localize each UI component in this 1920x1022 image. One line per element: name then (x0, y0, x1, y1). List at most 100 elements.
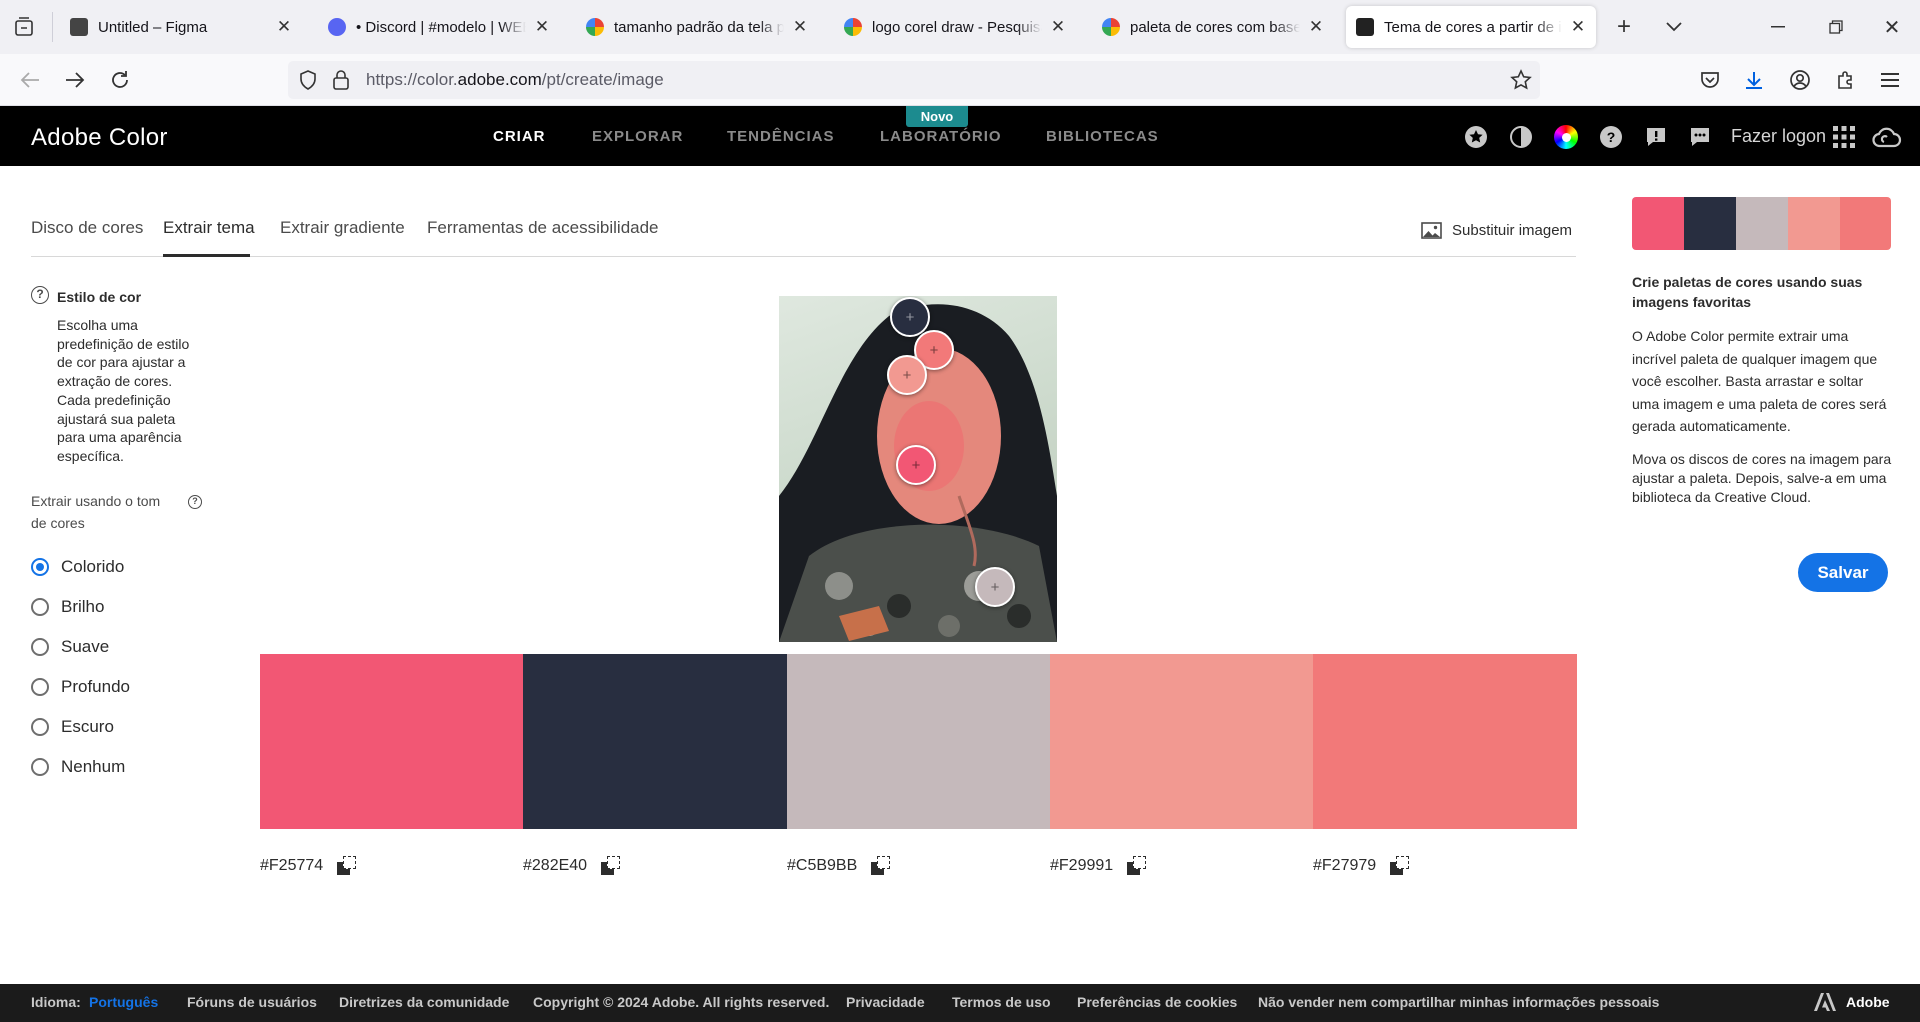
shield-icon[interactable] (298, 70, 318, 95)
new-badge: Novo (906, 106, 968, 127)
color-picker-disc[interactable]: + (896, 445, 936, 485)
tab-disco-de-cores[interactable]: Disco de cores (31, 218, 143, 238)
footer: Idioma: Português Fóruns de usuários Dir… (0, 984, 1920, 1022)
adobe-logo-icon (1814, 993, 1836, 1014)
footer-link-cookies[interactable]: Preferências de cookies (1077, 994, 1237, 1010)
footer-link-guidelines[interactable]: Diretrizes da comunidade (339, 994, 509, 1010)
copy-icon[interactable] (1390, 856, 1410, 876)
browser-tab[interactable]: tamanho padrão da tela pa ✕ (576, 6, 818, 48)
color-picker-disc[interactable]: + (887, 355, 927, 395)
tab-extrair-tema[interactable]: Extrair tema (163, 218, 255, 238)
copy-icon[interactable] (601, 856, 621, 876)
nav-laboratorio[interactable]: LABORATÓRIO (880, 128, 1002, 145)
feedback-alert-icon[interactable] (1644, 125, 1668, 149)
downloads-icon[interactable] (1742, 68, 1766, 92)
address-bar[interactable]: https://color.adobe.com/pt/create/image (288, 61, 1540, 99)
star-badge-icon[interactable] (1464, 125, 1488, 149)
image-icon (1421, 222, 1442, 239)
close-tab-icon[interactable]: ✕ (1308, 17, 1324, 36)
close-tab-icon[interactable]: ✕ (792, 17, 808, 36)
footer-link-forums[interactable]: Fóruns de usuários (187, 994, 317, 1010)
browser-tab-bar: Untitled – Figma ✕ • Discord | #modelo |… (0, 0, 1920, 54)
restore-window-icon[interactable] (1824, 15, 1848, 39)
login-link[interactable]: Fazer logon (1731, 126, 1826, 147)
browser-tab[interactable]: • Discord | #modelo | WEB ✕ (318, 6, 560, 48)
minimize-window-icon[interactable] (1766, 15, 1790, 39)
extract-mood-label: Extrair usando o tom de cores (31, 493, 161, 531)
hex-text[interactable]: #282E40 (523, 857, 587, 875)
extensions-icon[interactable] (1833, 68, 1857, 92)
palette-swatch[interactable] (523, 654, 787, 829)
hex-text[interactable]: #F27979 (1313, 857, 1376, 875)
browser-tab[interactable]: Untitled – Figma ✕ (60, 6, 302, 48)
color-picker-disc[interactable]: + (890, 297, 930, 337)
help-icon[interactable]: ? (1599, 125, 1623, 149)
lock-icon[interactable] (332, 70, 350, 95)
pocket-icon[interactable] (1698, 68, 1722, 92)
palette-swatch[interactable] (260, 654, 524, 829)
account-icon[interactable] (1788, 68, 1812, 92)
save-button[interactable]: Salvar (1798, 553, 1888, 592)
creative-cloud-icon[interactable] (1872, 125, 1902, 149)
radio-label: Escuro (61, 717, 114, 736)
radio-escuro[interactable]: Escuro (31, 717, 114, 737)
palette-swatch[interactable] (1050, 654, 1314, 829)
browser-tab[interactable]: logo corel draw - Pesquisa ✕ (834, 6, 1076, 48)
hex-text[interactable]: #F25774 (260, 857, 323, 875)
help-icon[interactable]: ? (31, 286, 49, 304)
copy-icon[interactable] (337, 856, 357, 876)
radio-label: Nenhum (61, 757, 126, 776)
copy-icon[interactable] (1127, 856, 1147, 876)
chevron-down-icon[interactable] (1662, 15, 1686, 39)
close-tab-icon[interactable]: ✕ (534, 17, 550, 36)
mini-palette-swatch (1632, 197, 1684, 250)
nav-tendencias[interactable]: TENDÊNCIAS (727, 128, 835, 145)
nav-bibliotecas[interactable]: BIBLIOTECAS (1046, 128, 1159, 145)
new-tab-icon[interactable]: + (1612, 13, 1636, 40)
browser-nav-bar: https://color.adobe.com/pt/create/image (0, 54, 1920, 106)
close-tab-icon[interactable]: ✕ (276, 17, 292, 36)
radio-suave[interactable]: Suave (31, 637, 109, 657)
hex-text[interactable]: #F29991 (1050, 857, 1113, 875)
reload-icon[interactable] (108, 68, 132, 92)
adobe-link[interactable]: Adobe (1846, 994, 1890, 1010)
brand-logo[interactable]: Adobe Color (31, 124, 168, 152)
footer-link-do-not-sell[interactable]: Não vender nem compartilhar minhas infor… (1258, 994, 1659, 1010)
radio-nenhum[interactable]: Nenhum (31, 757, 125, 777)
info-icon[interactable]: ? (188, 495, 202, 509)
palette-swatch[interactable] (787, 654, 1051, 829)
color-wheel-icon[interactable] (1554, 125, 1578, 149)
copy-icon[interactable] (871, 856, 891, 876)
mini-palette-swatch (1684, 197, 1736, 250)
back-icon[interactable] (18, 68, 42, 92)
close-window-icon[interactable]: ✕ (1880, 15, 1904, 39)
tab-ferramentas-acessibilidade[interactable]: Ferramentas de acessibilidade (427, 218, 659, 238)
close-tab-icon[interactable]: ✕ (1050, 17, 1066, 36)
hex-value: #C5B9BB (787, 856, 891, 876)
chat-icon[interactable] (1688, 125, 1712, 149)
forward-icon[interactable] (63, 68, 87, 92)
footer-link-terms[interactable]: Termos de uso (952, 994, 1051, 1010)
footer-link-privacy[interactable]: Privacidade (846, 994, 925, 1010)
browser-tab-active[interactable]: Tema de cores a partir de i ✕ (1346, 6, 1596, 48)
radio-colorido[interactable]: Colorido (31, 557, 124, 577)
radio-label: Profundo (61, 677, 130, 696)
menu-icon[interactable] (1878, 68, 1902, 92)
color-picker-disc[interactable]: + (975, 567, 1015, 607)
palette-swatch[interactable] (1313, 654, 1577, 829)
radio-profundo[interactable]: Profundo (31, 677, 130, 697)
contrast-icon[interactable] (1509, 125, 1533, 149)
tab-list-icon[interactable] (12, 15, 36, 39)
close-tab-icon[interactable]: ✕ (1570, 17, 1586, 36)
hex-text[interactable]: #C5B9BB (787, 857, 857, 875)
bookmark-star-icon[interactable] (1510, 69, 1532, 96)
tab-extrair-gradiente[interactable]: Extrair gradiente (280, 218, 405, 238)
nav-criar[interactable]: CRIAR (493, 128, 546, 145)
apps-grid-icon[interactable] (1832, 125, 1856, 149)
source-image[interactable]: + + + + + (779, 296, 1057, 642)
nav-explorar[interactable]: EXPLORAR (592, 128, 683, 145)
browser-tab[interactable]: paleta de cores com base e ✕ (1092, 6, 1334, 48)
replace-image-button[interactable]: Substituir imagem (1421, 222, 1572, 239)
language-link[interactable]: Português (89, 994, 158, 1010)
radio-brilho[interactable]: Brilho (31, 597, 104, 617)
